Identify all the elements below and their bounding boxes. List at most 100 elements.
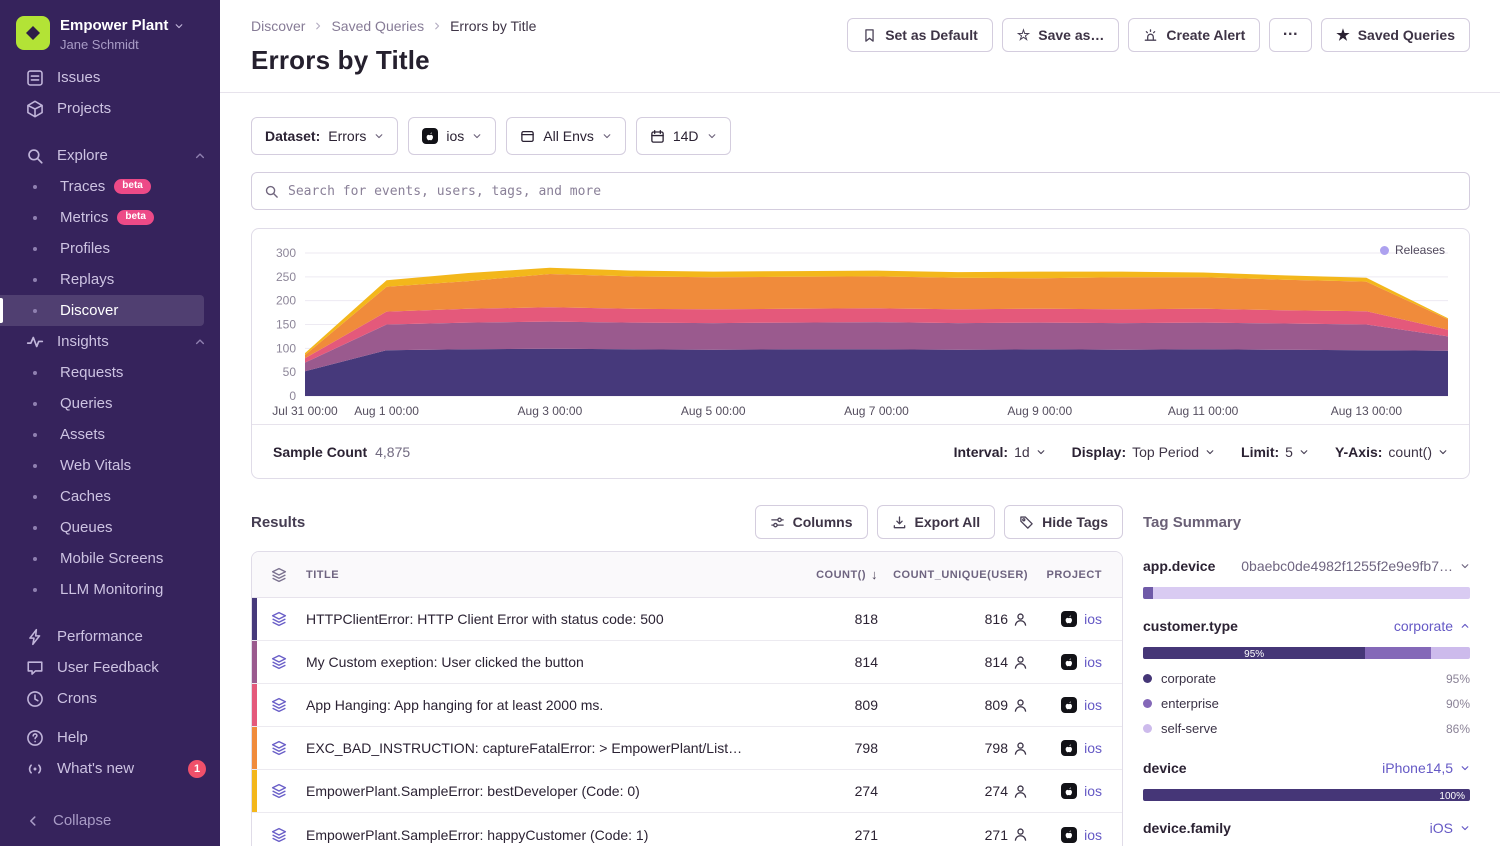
chevron-down-icon[interactable] [1460,823,1470,833]
tag-value-label[interactable]: corporate [1161,671,1216,686]
dataset-select[interactable]: Dataset:Errors [251,117,398,155]
sidebar-item-llm-monitoring[interactable]: LLM Monitoring [0,574,220,605]
chevron-up-icon[interactable] [1460,621,1470,631]
sidebar-item-requests[interactable]: Requests [0,357,220,388]
tag-value-label[interactable]: self-serve [1161,721,1217,736]
tag-top-value[interactable]: iOS [1430,820,1453,836]
table-row[interactable]: My Custom exeption: User clicked the but… [252,641,1122,684]
yaxis-select[interactable]: Y-Axis:count() [1335,444,1448,460]
chart-legend[interactable]: Releases [1380,243,1445,257]
column-title[interactable]: TITLE [306,569,804,581]
limit-select[interactable]: Limit:5 [1241,444,1309,460]
sidebar-item-label: Caches [60,488,111,505]
columns-button[interactable]: Columns [755,505,868,539]
project-link[interactable]: ios [1084,740,1102,756]
table-row[interactable]: HTTPClientError: HTTP Client Error with … [252,598,1122,641]
sidebar-item-replays[interactable]: Replays [0,264,220,295]
tag-distribution-bar[interactable] [1143,587,1470,599]
sidebar-item-help[interactable]: Help [0,722,220,753]
create-alert-button[interactable]: Create Alert [1128,18,1260,52]
row-title[interactable]: EmpowerPlant.SampleError: happyCustomer … [306,827,804,843]
sidebar-item-issues[interactable]: Issues [0,62,220,93]
search-input[interactable] [288,184,1457,199]
sidebar-item-performance[interactable]: Performance [0,621,220,652]
tag-top-value[interactable]: corporate [1394,618,1453,634]
export-all-button[interactable]: Export All [877,505,996,539]
tag-distribution-bar[interactable]: 95% [1143,647,1470,659]
org-switcher[interactable]: Empower Plant Jane Schmidt [0,14,220,62]
project-link[interactable]: ios [1084,654,1102,670]
project-link[interactable]: ios [1084,611,1102,627]
sidebar-item-profiles[interactable]: Profiles [0,233,220,264]
tag-value-row[interactable]: corporate95% [1143,666,1470,691]
chevron-up-icon[interactable] [194,336,206,348]
hide-tags-button[interactable]: Hide Tags [1004,505,1123,539]
tag-header[interactable]: app.device 0baebc0de4982f1255f2e9e9fb7… [1143,554,1470,578]
sidebar-item-assets[interactable]: Assets [0,419,220,450]
chevron-up-icon[interactable] [194,150,206,162]
column-project[interactable]: PROJECT [1028,569,1122,581]
sidebar-item-explore[interactable]: Explore [0,140,220,171]
sidebar-item-queues[interactable]: Queues [0,512,220,543]
sidebar-item-web-vitals[interactable]: Web Vitals [0,450,220,481]
project-select[interactable]: ios [408,117,496,155]
row-title[interactable]: My Custom exeption: User clicked the but… [306,654,804,670]
project-link[interactable]: ios [1084,697,1102,713]
project-link[interactable]: ios [1084,827,1102,843]
save-as-button[interactable]: ☆Save as… [1002,18,1120,52]
sidebar-item-traces[interactable]: Tracesbeta [0,171,220,202]
stacked-area-chart[interactable]: 050100150200250300Jul 31 00:00Aug 1 00:0… [259,239,1462,424]
sidebar-item-user-feedback[interactable]: User Feedback [0,652,220,683]
sidebar-collapse-button[interactable]: Collapse [0,805,220,836]
table-header: TITLE COUNT()↓ COUNT_UNIQUE(USER) PROJEC… [252,552,1122,598]
tag-section-app-device: app.device 0baebc0de4982f1255f2e9e9fb7… [1143,554,1470,599]
table-row[interactable]: EmpowerPlant.SampleError: bestDeveloper … [252,770,1122,813]
set-as-default-button[interactable]: Set as Default [847,18,993,52]
sidebar-item-mobile-screens[interactable]: Mobile Screens [0,543,220,574]
sidebar-item-metrics[interactable]: Metricsbeta [0,202,220,233]
chevron-down-icon[interactable] [1460,763,1470,773]
column-count[interactable]: COUNT()↓ [804,567,878,582]
tag-value-label[interactable]: enterprise [1161,696,1219,711]
button-label: Columns [793,514,853,530]
svg-text:100: 100 [276,341,296,355]
tag-header[interactable]: device iPhone14,5 [1143,756,1470,780]
tag-header[interactable]: customer.type corporate [1143,614,1470,638]
tag-distribution-bar[interactable]: 100% [1143,789,1470,801]
tag-header[interactable]: device.family iOS [1143,816,1470,840]
environment-select[interactable]: All Envs [506,117,626,155]
row-title[interactable]: EmpowerPlant.SampleError: bestDeveloper … [306,783,804,799]
breadcrumb-saved-queries[interactable]: Saved Queries [331,18,424,34]
sidebar-item-projects[interactable]: Projects [0,93,220,124]
tag-value-row[interactable]: self-serve86% [1143,716,1470,741]
table-row[interactable]: EmpowerPlant.SampleError: happyCustomer … [252,813,1122,846]
sidebar-item-queries[interactable]: Queries [0,388,220,419]
row-project: ios [1028,740,1122,756]
saved-queries-button[interactable]: ★Saved Queries [1321,18,1470,52]
date-range-select[interactable]: 14D [636,117,731,155]
column-count-unique[interactable]: COUNT_UNIQUE(USER) [878,569,1028,581]
tag-top-value[interactable]: iPhone14,5 [1382,760,1453,776]
sidebar-item-crons[interactable]: Crons [0,683,220,714]
releases-dot [1380,246,1389,255]
interval-select[interactable]: Interval:1d [954,444,1046,460]
sidebar-item-insights[interactable]: Insights [0,326,220,357]
row-title[interactable]: EXC_BAD_INSTRUCTION: captureFatalError: … [306,740,804,756]
row-title[interactable]: HTTPClientError: HTTP Client Error with … [306,611,804,627]
layers-icon [271,827,287,843]
display-select[interactable]: Display:Top Period [1072,444,1215,460]
sidebar: Empower Plant Jane Schmidt Issues Projec… [0,0,220,846]
tag-value-row[interactable]: enterprise90% [1143,691,1470,716]
table-row[interactable]: App Hanging: App hanging for at least 20… [252,684,1122,727]
more-button[interactable]: … [1269,18,1312,52]
sidebar-item-whats-new[interactable]: What's new1 [0,753,220,784]
sidebar-item-caches[interactable]: Caches [0,481,220,512]
sidebar-item-discover[interactable]: Discover [0,295,204,326]
row-title[interactable]: App Hanging: App hanging for at least 20… [306,697,804,713]
user-icon [1013,698,1028,713]
chevron-down-icon[interactable] [1460,561,1470,571]
project-link[interactable]: ios [1084,783,1102,799]
breadcrumb-discover[interactable]: Discover [251,18,305,34]
table-row[interactable]: EXC_BAD_INSTRUCTION: captureFatalError: … [252,727,1122,770]
row-project: ios [1028,611,1122,627]
